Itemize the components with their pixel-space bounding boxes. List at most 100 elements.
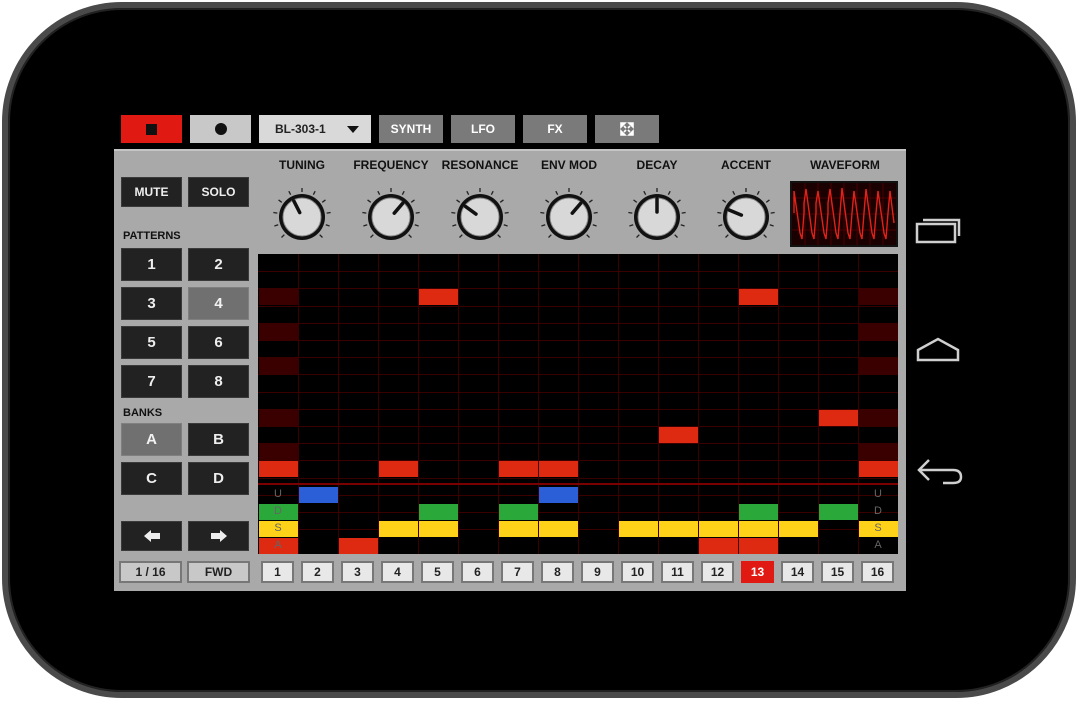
fx-tab[interactable]: FX <box>523 115 587 143</box>
modifier-cell-s[interactable] <box>699 521 738 537</box>
direction-button[interactable]: FWD <box>187 561 250 583</box>
modifier-cell-d[interactable] <box>419 504 458 520</box>
step-button-14[interactable]: 14 <box>781 561 814 583</box>
modifier-cell-s[interactable] <box>739 521 778 537</box>
step-button-8[interactable]: 8 <box>541 561 574 583</box>
synth-tab[interactable]: SYNTH <box>379 115 443 143</box>
knob-env-mod[interactable] <box>539 187 599 247</box>
note-cell[interactable] <box>499 461 538 477</box>
note-cell[interactable] <box>659 427 698 443</box>
bank-button-d[interactable]: D <box>188 462 249 495</box>
recent-apps-icon[interactable] <box>915 216 961 249</box>
fullscreen-button[interactable] <box>595 115 659 143</box>
knob-decay[interactable] <box>627 187 687 247</box>
note-cell[interactable] <box>859 410 898 426</box>
step-button-2[interactable]: 2 <box>301 561 334 583</box>
modifier-cell-s[interactable] <box>619 521 658 537</box>
note-cell[interactable] <box>419 289 458 305</box>
lfo-tab[interactable]: LFO <box>451 115 515 143</box>
grid-line <box>778 254 779 554</box>
row-letter-u: U <box>274 488 282 500</box>
pattern-button-1[interactable]: 1 <box>121 248 182 281</box>
note-cell[interactable] <box>259 444 298 460</box>
row-letter-a: A <box>274 539 282 551</box>
note-cell[interactable] <box>739 289 778 305</box>
knob-tuning[interactable] <box>272 187 332 247</box>
grid-divider <box>258 483 898 485</box>
step-button-16[interactable]: 16 <box>861 561 894 583</box>
modifier-cell-s[interactable] <box>499 521 538 537</box>
modifier-cell-u[interactable] <box>299 487 338 503</box>
modifier-cell-s[interactable] <box>779 521 818 537</box>
note-cell[interactable] <box>259 324 298 340</box>
waveform-label: WAVEFORM <box>810 158 880 172</box>
note-cell[interactable] <box>859 461 898 477</box>
preset-select[interactable]: BL-303-1 <box>259 115 371 143</box>
grid-line <box>258 340 898 341</box>
note-cell[interactable] <box>539 461 578 477</box>
waveform-display[interactable] <box>790 181 898 247</box>
step-button-13[interactable]: 13 <box>741 561 774 583</box>
record-icon <box>214 123 227 135</box>
pattern-button-2[interactable]: 2 <box>188 248 249 281</box>
knob-resonance[interactable] <box>450 187 510 247</box>
grid-line <box>258 306 898 307</box>
record-button[interactable] <box>190 115 251 143</box>
note-cell[interactable] <box>859 444 898 460</box>
modifier-cell-u[interactable] <box>539 487 578 503</box>
modifier-cell-s[interactable] <box>419 521 458 537</box>
note-cell[interactable] <box>259 358 298 374</box>
step-button-15[interactable]: 15 <box>821 561 854 583</box>
solo-button[interactable]: SOLO <box>188 177 249 207</box>
stop-button[interactable] <box>121 115 182 143</box>
back-icon[interactable] <box>915 456 965 491</box>
modifier-cell-a[interactable] <box>699 538 738 554</box>
note-cell[interactable] <box>819 410 858 426</box>
pattern-button-6[interactable]: 6 <box>188 326 249 359</box>
note-cell[interactable] <box>859 358 898 374</box>
modifier-cell-a[interactable] <box>739 538 778 554</box>
pattern-button-3[interactable]: 3 <box>121 287 182 320</box>
resolution-button[interactable]: 1 / 16 <box>119 561 182 583</box>
bank-button-a[interactable]: A <box>121 423 182 456</box>
home-icon[interactable] <box>915 336 961 369</box>
sequencer-grid[interactable]: UUDDSSAA <box>258 254 898 554</box>
step-button-6[interactable]: 6 <box>461 561 494 583</box>
knob-label-resonance: RESONANCE <box>441 158 519 172</box>
modifier-cell-d[interactable] <box>819 504 858 520</box>
step-button-10[interactable]: 10 <box>621 561 654 583</box>
step-button-7[interactable]: 7 <box>501 561 534 583</box>
knob-frequency[interactable] <box>361 187 421 247</box>
step-button-11[interactable]: 11 <box>661 561 694 583</box>
next-button[interactable] <box>188 521 249 551</box>
step-button-4[interactable]: 4 <box>381 561 414 583</box>
modifier-cell-s[interactable] <box>379 521 418 537</box>
note-cell[interactable] <box>259 289 298 305</box>
mute-button[interactable]: MUTE <box>121 177 182 207</box>
pattern-button-5[interactable]: 5 <box>121 326 182 359</box>
step-button-3[interactable]: 3 <box>341 561 374 583</box>
note-cell[interactable] <box>859 324 898 340</box>
knob-accent[interactable] <box>716 187 776 247</box>
modifier-cell-s[interactable] <box>659 521 698 537</box>
modifier-cell-s[interactable] <box>539 521 578 537</box>
note-cell[interactable] <box>859 289 898 305</box>
prev-button[interactable] <box>121 521 182 551</box>
note-cell[interactable] <box>259 461 298 477</box>
knob-label-accent: ACCENT <box>721 158 771 172</box>
pattern-button-4[interactable]: 4 <box>188 287 249 320</box>
step-button-1[interactable]: 1 <box>261 561 294 583</box>
toolbar: BL-303-1 SYNTH LFO FX <box>121 113 661 143</box>
step-button-5[interactable]: 5 <box>421 561 454 583</box>
note-cell[interactable] <box>259 410 298 426</box>
modifier-cell-d[interactable] <box>499 504 538 520</box>
bank-button-b[interactable]: B <box>188 423 249 456</box>
note-cell[interactable] <box>379 461 418 477</box>
modifier-cell-d[interactable] <box>739 504 778 520</box>
step-button-12[interactable]: 12 <box>701 561 734 583</box>
bank-button-c[interactable]: C <box>121 462 182 495</box>
step-button-9[interactable]: 9 <box>581 561 614 583</box>
modifier-cell-a[interactable] <box>339 538 378 554</box>
pattern-button-8[interactable]: 8 <box>188 365 249 398</box>
pattern-button-7[interactable]: 7 <box>121 365 182 398</box>
